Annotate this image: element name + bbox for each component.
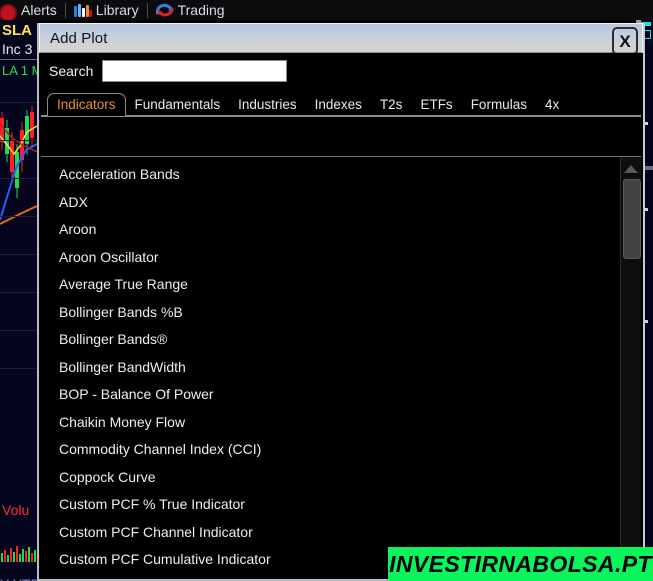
list-scrollbar[interactable]: [620, 157, 641, 577]
divider: [0, 59, 37, 60]
candlestick-chart: [0, 102, 37, 402]
watermark-text: INVESTIRNABOLSA.PT: [389, 550, 652, 577]
chart-ticker-label: SLA: [2, 22, 32, 39]
list-item[interactable]: Bollinger Bands %B: [41, 299, 619, 327]
list-item[interactable]: ADX: [41, 189, 619, 217]
list-item[interactable]: Bollinger Bands®: [41, 326, 619, 354]
scroll-up-arrow-icon[interactable]: [624, 165, 638, 173]
add-plot-dialog: Add Plot X Search Indicators Fundamental…: [37, 23, 645, 581]
close-icon: X: [619, 31, 631, 51]
indicator-list: Acceleration Bands ADX Aroon Aroon Oscil…: [41, 157, 619, 577]
dialog-tabs: Indicators Fundamentals Industries Index…: [39, 89, 643, 116]
search-label: Search: [49, 63, 94, 79]
search-input[interactable]: [102, 60, 288, 82]
scrollbar-thumb[interactable]: [623, 179, 641, 259]
search-row: Search: [39, 53, 643, 89]
list-item[interactable]: Average True Range: [41, 271, 619, 299]
dialog-body: Search Indicators Fundamentals Industrie…: [39, 53, 643, 579]
toolbar-separator: [146, 2, 148, 18]
toolbar-item-alerts[interactable]: Alerts: [0, 0, 64, 22]
tab-industries[interactable]: Industries: [229, 94, 306, 116]
background-chart-panel: SLA Inc 3 LA 1 M: [0, 20, 37, 581]
list-item[interactable]: Coppock Curve: [41, 464, 619, 492]
chart-volume-label: Volu: [2, 502, 30, 518]
close-button[interactable]: X: [612, 27, 638, 55]
toolbar-item-alerts-label: Alerts: [21, 2, 57, 18]
tab-t2s[interactable]: T2s: [371, 94, 412, 116]
right-panel-dot: [645, 320, 648, 323]
toolbar-item-library-label: Library: [95, 2, 139, 18]
tab-4x[interactable]: 4x: [536, 94, 568, 116]
volume-bars: [0, 540, 37, 562]
tab-fundamentals[interactable]: Fundamentals: [126, 94, 230, 116]
library-bars-icon: [73, 3, 92, 18]
toolbar-separator: [64, 2, 66, 18]
list-item[interactable]: Chaikin Money Flow: [41, 409, 619, 437]
list-item[interactable]: Acceleration Bands: [41, 161, 619, 189]
list-item[interactable]: Bollinger BandWidth: [41, 354, 619, 382]
list-item[interactable]: Aroon: [41, 216, 619, 244]
trading-swoosh-icon: [155, 3, 174, 18]
chart-period-label[interactable]: Y YTD: [0, 576, 37, 581]
dialog-titlebar[interactable]: Add Plot X: [39, 23, 643, 55]
watermark-banner: INVESTIRNABOLSA.PT: [388, 547, 653, 581]
indicator-list-panel: Acceleration Bands ADX Aroon Aroon Oscil…: [41, 156, 641, 577]
alert-circle-icon: [0, 3, 17, 22]
dialog-title: Add Plot: [50, 29, 108, 47]
chart-candles: [0, 106, 37, 225]
tab-formulas[interactable]: Formulas: [462, 94, 536, 116]
toolbar-item-trading-label: Trading: [177, 2, 225, 18]
chart-company-label: Inc 3: [2, 41, 33, 57]
toolbar-item-library[interactable]: Library: [67, 0, 146, 20]
tab-indicators[interactable]: Indicators: [47, 93, 126, 116]
tab-etfs[interactable]: ETFs: [411, 94, 461, 116]
list-item[interactable]: Aroon Oscillator: [41, 244, 619, 272]
list-item[interactable]: Custom PCF % True Indicator: [41, 491, 619, 519]
right-panel-dot: [645, 208, 648, 211]
top-toolbar: Alerts Library Trading: [0, 0, 653, 22]
tab-indexes[interactable]: Indexes: [306, 94, 371, 116]
right-panel-dot: [645, 122, 648, 125]
chart-timeframe-label: LA 1 M: [2, 63, 37, 78]
list-item[interactable]: BOP - Balance Of Power: [41, 381, 619, 409]
list-item[interactable]: Commodity Channel Index (CCI): [41, 436, 619, 464]
list-item[interactable]: Custom PCF Channel Indicator: [41, 519, 619, 547]
toolbar-item-trading[interactable]: Trading: [149, 0, 232, 20]
